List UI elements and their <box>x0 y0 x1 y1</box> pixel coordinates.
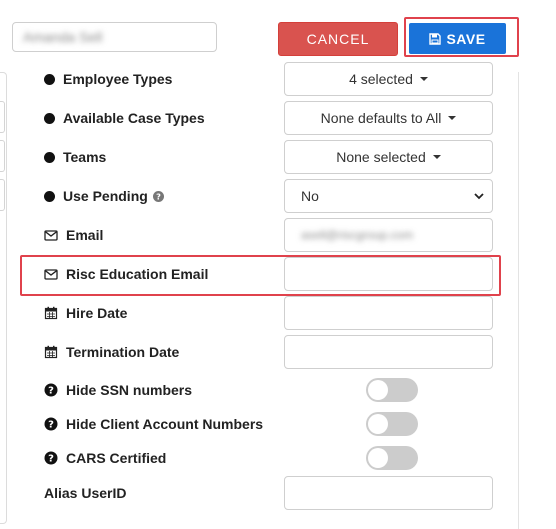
panel-divider <box>518 72 519 529</box>
circle-icon <box>44 190 55 202</box>
caret-down-icon <box>432 155 441 159</box>
question-circle-icon[interactable]: ? <box>152 190 164 202</box>
calendar-icon <box>44 306 58 320</box>
left-panel-tab[interactable] <box>0 101 5 133</box>
alias-userid-row: Alias UserID <box>44 476 504 510</box>
cars-certified-row: ? CARS Certified <box>44 441 504 475</box>
hide-client-account-numbers-label: Hide Client Account Numbers <box>66 416 264 432</box>
email-row: Email asell@riscgroup.com <box>44 218 504 252</box>
use-pending-row: Use Pending ? No <box>44 179 504 213</box>
svg-text:?: ? <box>48 420 54 431</box>
teams-row: Teams None selected <box>44 140 504 174</box>
circle-icon <box>44 151 55 163</box>
envelope-icon <box>44 269 58 280</box>
alias-userid-field[interactable] <box>284 476 493 510</box>
employee-types-row: Employee Types 4 selected <box>44 62 504 96</box>
available-case-types-value: None defaults to All <box>320 110 442 126</box>
email-value: asell@riscgroup.com <box>301 228 414 242</box>
save-button-label: SAVE <box>446 30 486 47</box>
cars-certified-toggle[interactable] <box>366 446 418 470</box>
question-circle-icon: ? <box>44 417 58 431</box>
calendar-icon <box>44 345 58 359</box>
svg-text:?: ? <box>48 454 54 465</box>
cancel-button[interactable]: CANCEL <box>278 22 398 56</box>
svg-text:?: ? <box>156 191 161 201</box>
svg-text:?: ? <box>48 386 54 397</box>
hire-date-row: Hire Date <box>44 296 504 330</box>
email-field[interactable]: asell@riscgroup.com <box>284 218 493 252</box>
floppy-disk-icon <box>429 32 442 45</box>
caret-down-icon <box>448 116 457 120</box>
left-panel-tab[interactable] <box>0 179 5 211</box>
employee-types-label: Employee Types <box>63 71 173 87</box>
available-case-types-label: Available Case Types <box>63 110 205 126</box>
risc-education-email-row: Risc Education Email <box>44 257 504 291</box>
teams-dropdown[interactable]: None selected <box>284 140 493 174</box>
circle-icon <box>44 73 55 85</box>
teams-value: None selected <box>336 149 426 165</box>
employee-types-dropdown[interactable]: 4 selected <box>284 62 493 96</box>
cars-certified-label: CARS Certified <box>66 450 167 466</box>
toggle-knob <box>368 414 388 434</box>
employee-types-value: 4 selected <box>349 71 413 87</box>
toggle-knob <box>368 448 388 468</box>
use-pending-select[interactable]: No <box>284 179 493 213</box>
hide-ssn-row: ? Hide SSN numbers <box>44 373 504 407</box>
email-label: Email <box>66 227 104 243</box>
termination-date-label: Termination Date <box>66 344 180 360</box>
hide-ssn-label: Hide SSN numbers <box>66 382 193 398</box>
hide-ssn-toggle[interactable] <box>366 378 418 402</box>
chevron-down-icon <box>474 193 484 200</box>
hide-client-account-numbers-row: ? Hide Client Account Numbers <box>44 407 504 441</box>
question-circle-icon: ? <box>44 383 58 397</box>
available-case-types-dropdown[interactable]: None defaults to All <box>284 101 493 135</box>
caret-down-icon <box>419 77 428 81</box>
risc-education-email-field[interactable] <box>284 257 493 291</box>
user-name-field[interactable]: Amanda Sell <box>12 22 217 52</box>
alias-userid-label: Alias UserID <box>44 485 127 501</box>
termination-date-row: Termination Date <box>44 335 504 369</box>
risc-education-email-label: Risc Education Email <box>66 266 209 282</box>
termination-date-field[interactable] <box>284 335 493 369</box>
use-pending-value: No <box>301 188 319 204</box>
user-name-value: Amanda Sell <box>23 29 103 45</box>
hire-date-label: Hire Date <box>66 305 128 321</box>
use-pending-label: Use Pending <box>63 188 148 204</box>
circle-icon <box>44 112 55 124</box>
question-circle-icon: ? <box>44 451 58 465</box>
save-button[interactable]: SAVE <box>409 23 506 54</box>
teams-label: Teams <box>63 149 107 165</box>
envelope-icon <box>44 230 58 241</box>
hide-client-account-numbers-toggle[interactable] <box>366 412 418 436</box>
left-panel-tab[interactable] <box>0 140 5 172</box>
hire-date-field[interactable] <box>284 296 493 330</box>
available-case-types-row: Available Case Types None defaults to Al… <box>44 101 504 135</box>
toggle-knob <box>368 380 388 400</box>
